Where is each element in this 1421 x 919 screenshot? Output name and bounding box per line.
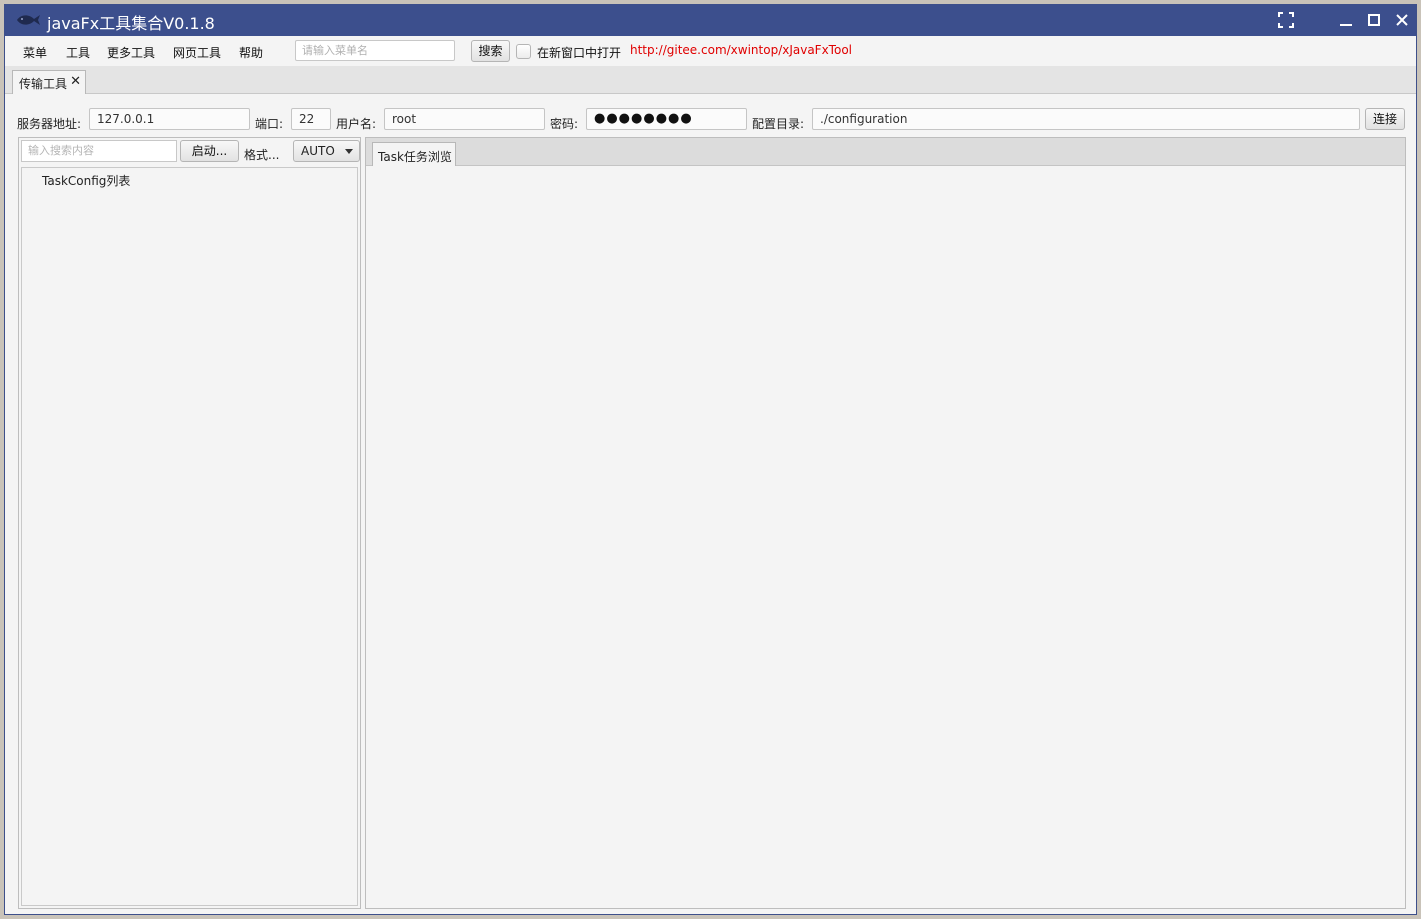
new-window-label: 在新窗口中打开 [537,46,622,60]
tree-root-item[interactable]: TaskConfig列表 [42,172,130,189]
port-field[interactable]: 22 [291,108,331,130]
minimize-icon[interactable] [1333,9,1359,31]
password-label: 密码: [550,117,579,131]
search-button[interactable]: 搜索 [471,40,510,62]
server-address-field[interactable]: 127.0.0.1 [89,108,250,130]
menu-item-more-tools[interactable]: 更多工具 [107,44,155,61]
new-window-checkbox[interactable] [516,44,531,59]
close-icon[interactable] [1389,9,1415,31]
connect-button[interactable]: 连接 [1365,108,1405,130]
tree-search-input[interactable]: 输入搜索内容 [21,140,177,162]
start-button[interactable]: 启动... [180,140,239,162]
fish-logo-icon [17,15,40,25]
task-tab-strip: Task任务浏览 [366,138,1405,166]
format-select-value: AUTO [301,144,335,158]
maximize-icon[interactable] [1361,9,1387,31]
username-field[interactable]: root [384,108,545,130]
menu-search-input[interactable]: 请输入菜单名 [295,40,455,61]
config-dir-label: 配置目录: [752,117,805,131]
menu-item-menu[interactable]: 菜单 [23,44,47,61]
tab-task-browse[interactable]: Task任务浏览 [372,142,456,166]
menu-item-web-tools[interactable]: 网页工具 [173,44,221,61]
menu-bar: 菜单 工具 更多工具 网页工具 帮助 请输入菜单名 搜索 在新窗口中打开 htt… [5,36,1416,66]
config-dir-field[interactable]: ./configuration [812,108,1360,130]
right-panel: Task任务浏览 [365,137,1406,909]
main-tab-strip: 传输工具 ✕ [5,66,1416,94]
username-label: 用户名: [336,117,377,131]
server-label: 服务器地址: [17,117,82,131]
fullscreen-icon[interactable] [1273,9,1299,31]
port-label: 端口: [255,117,284,131]
window-title: javaFx工具集合V0.1.8 [47,14,215,33]
format-label: 格式... [244,148,280,162]
task-config-tree[interactable]: TaskConfig列表 [21,167,358,906]
menu-item-help[interactable]: 帮助 [239,44,263,61]
app-window: javaFx工具集合V0.1.8 菜单 工具 更多工具 网页工具 帮助 请输入菜… [4,4,1417,915]
transfer-tool-content: 服务器地址: 127.0.0.1 端口: 22 用户名: root 密码: ●●… [5,94,1416,914]
tab-transfer-tool[interactable]: 传输工具 ✕ [12,70,86,94]
left-panel: 输入搜索内容 启动... 格式... AUTO TaskConfig列表 [18,137,361,909]
title-bar[interactable]: javaFx工具集合V0.1.8 [5,5,1416,36]
menu-item-tools[interactable]: 工具 [66,44,90,61]
project-link[interactable]: http://gitee.com/xwintop/xJavaFxTool [630,43,852,57]
tab-close-icon[interactable]: ✕ [70,74,81,89]
chevron-down-icon [345,149,353,154]
password-field[interactable]: ●●●●●●●● [586,108,747,130]
format-select[interactable]: AUTO [293,140,360,162]
tab-label: 传输工具 [19,77,68,91]
